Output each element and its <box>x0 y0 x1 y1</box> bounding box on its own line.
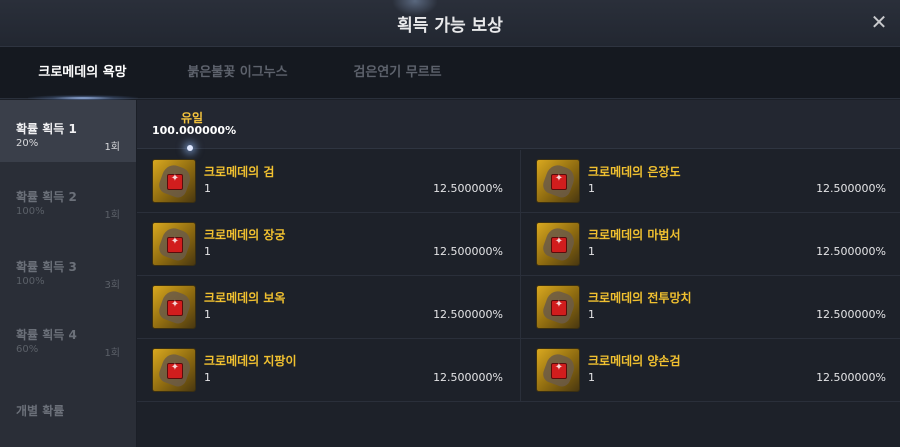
boss-tabs: 크로메데의 욕망 붉은불꽃 이그누스 검은연기 무르트 <box>0 47 900 101</box>
sidebar-item-probability-2[interactable]: 확률 획득 2 100% 1회 <box>0 168 136 230</box>
tab-red-flame-ignus[interactable]: 붉은불꽃 이그누스 <box>175 47 300 99</box>
sidebar-item-percent: 20% <box>16 138 39 149</box>
sidebar-item-label: 확률 획득 4 <box>16 328 77 342</box>
item-name: 크로메데의 마법서 <box>588 228 681 242</box>
item-name: 크로메데의 은장도 <box>588 165 681 179</box>
spellbook-icon <box>536 222 580 266</box>
item-quantity: 1 <box>204 371 211 384</box>
sidebar-item-label: 확률 획득 2 <box>16 190 77 204</box>
table-row: 크로메데의 보옥 1 12.500000% 크로메데의 전투망치 1 12.50… <box>137 276 900 339</box>
reward-list-panel: 유일 100.000000% 크로메데의 검 1 12.500000% 크로메데… <box>137 100 900 447</box>
close-icon[interactable]: ✕ <box>866 9 892 35</box>
item-quantity: 1 <box>588 371 595 384</box>
item-quantity: 1 <box>204 308 211 321</box>
sword-icon <box>152 159 196 203</box>
item-percent: 12.500000% <box>816 182 886 195</box>
item-percent: 12.500000% <box>433 308 503 321</box>
tab-label: 크로메데의 욕망 <box>38 65 127 80</box>
sidebar-item-label: 확률 획득 3 <box>16 260 77 274</box>
sidebar-item-probability-3[interactable]: 확률 획득 3 100% 3회 <box>0 238 136 300</box>
item-name: 크로메데의 보옥 <box>204 291 286 305</box>
title-bar: 획득 가능 보상 ✕ <box>0 0 900 47</box>
sidebar-item-label: 확률 획득 1 <box>16 122 77 136</box>
item-name: 크로메데의 지팡이 <box>204 354 297 368</box>
item-name: 크로메데의 장궁 <box>204 228 286 242</box>
reward-item[interactable]: 크로메데의 마법서 1 12.500000% <box>520 213 900 275</box>
item-quantity: 1 <box>588 182 595 195</box>
window-title: 획득 가능 보상 <box>397 16 503 36</box>
greatsword-icon <box>536 348 580 392</box>
sidebar-item-probability-1[interactable]: 확률 획득 1 20% 1회 <box>0 100 136 162</box>
item-name: 크로메데의 검 <box>204 165 275 179</box>
sidebar-item-count: 3회 <box>104 280 120 291</box>
sidebar-item-percent: 100% <box>16 276 45 287</box>
tab-chromede-desire[interactable]: 크로메데의 욕망 <box>20 47 145 101</box>
reward-item[interactable]: 크로메데의 보옥 1 12.500000% <box>137 276 518 338</box>
item-quantity: 1 <box>588 308 595 321</box>
item-percent: 12.500000% <box>433 182 503 195</box>
grade-percent: 100.000000% <box>152 124 237 137</box>
sidebar-item-count: 1회 <box>104 348 120 359</box>
sidebar-item-count: 1회 <box>104 210 120 221</box>
item-percent: 12.500000% <box>816 308 886 321</box>
table-row: 크로메데의 지팡이 1 12.500000% 크로메데의 양손검 1 12.50… <box>137 339 900 402</box>
item-percent: 12.500000% <box>433 245 503 258</box>
reward-item[interactable]: 크로메데의 은장도 1 12.500000% <box>520 150 900 212</box>
item-percent: 12.500000% <box>816 371 886 384</box>
tab-label: 붉은불꽃 이그누스 <box>187 65 288 80</box>
individual-probability-link[interactable]: 개별 확률 <box>16 402 64 419</box>
item-quantity: 1 <box>204 245 211 258</box>
reward-item[interactable]: 크로메데의 장궁 1 12.500000% <box>137 213 518 275</box>
reward-item[interactable]: 크로메데의 지팡이 1 12.500000% <box>137 339 518 401</box>
sidebar-item-percent: 60% <box>16 344 39 355</box>
staff-icon <box>152 348 196 392</box>
probability-sidebar: 확률 획득 1 20% 1회 확률 획득 2 100% 1회 확률 획득 3 1… <box>0 100 136 447</box>
reward-item[interactable]: 크로메데의 전투망치 1 12.500000% <box>520 276 900 338</box>
table-row: 크로메데의 장궁 1 12.500000% 크로메데의 마법서 1 12.500… <box>137 213 900 276</box>
item-percent: 12.500000% <box>816 245 886 258</box>
bow-icon <box>152 222 196 266</box>
reward-window: 획득 가능 보상 ✕ 크로메데의 욕망 붉은불꽃 이그누스 검은연기 무르트 확… <box>0 0 900 447</box>
orb-icon <box>152 285 196 329</box>
item-quantity: 1 <box>204 182 211 195</box>
dagger-icon <box>536 159 580 203</box>
item-percent: 12.500000% <box>433 371 503 384</box>
item-name: 크로메데의 전투망치 <box>588 291 692 305</box>
reward-item[interactable]: 크로메데의 검 1 12.500000% <box>137 150 518 212</box>
sidebar-item-percent: 100% <box>16 206 45 217</box>
sidebar-item-probability-4[interactable]: 확률 획득 4 60% 1회 <box>0 306 136 368</box>
item-quantity: 1 <box>588 245 595 258</box>
item-name: 크로메데의 양손검 <box>588 354 681 368</box>
table-row: 크로메데의 검 1 12.500000% 크로메데의 은장도 1 12.5000… <box>137 150 900 213</box>
grade-header: 유일 100.000000% <box>137 100 900 151</box>
tab-black-smoke-murt[interactable]: 검은연기 무르트 <box>335 47 460 99</box>
sidebar-item-count: 1회 <box>104 142 120 153</box>
reward-item[interactable]: 크로메데의 양손검 1 12.500000% <box>520 339 900 401</box>
tab-label: 검은연기 무르트 <box>353 65 442 80</box>
warhammer-icon <box>536 285 580 329</box>
